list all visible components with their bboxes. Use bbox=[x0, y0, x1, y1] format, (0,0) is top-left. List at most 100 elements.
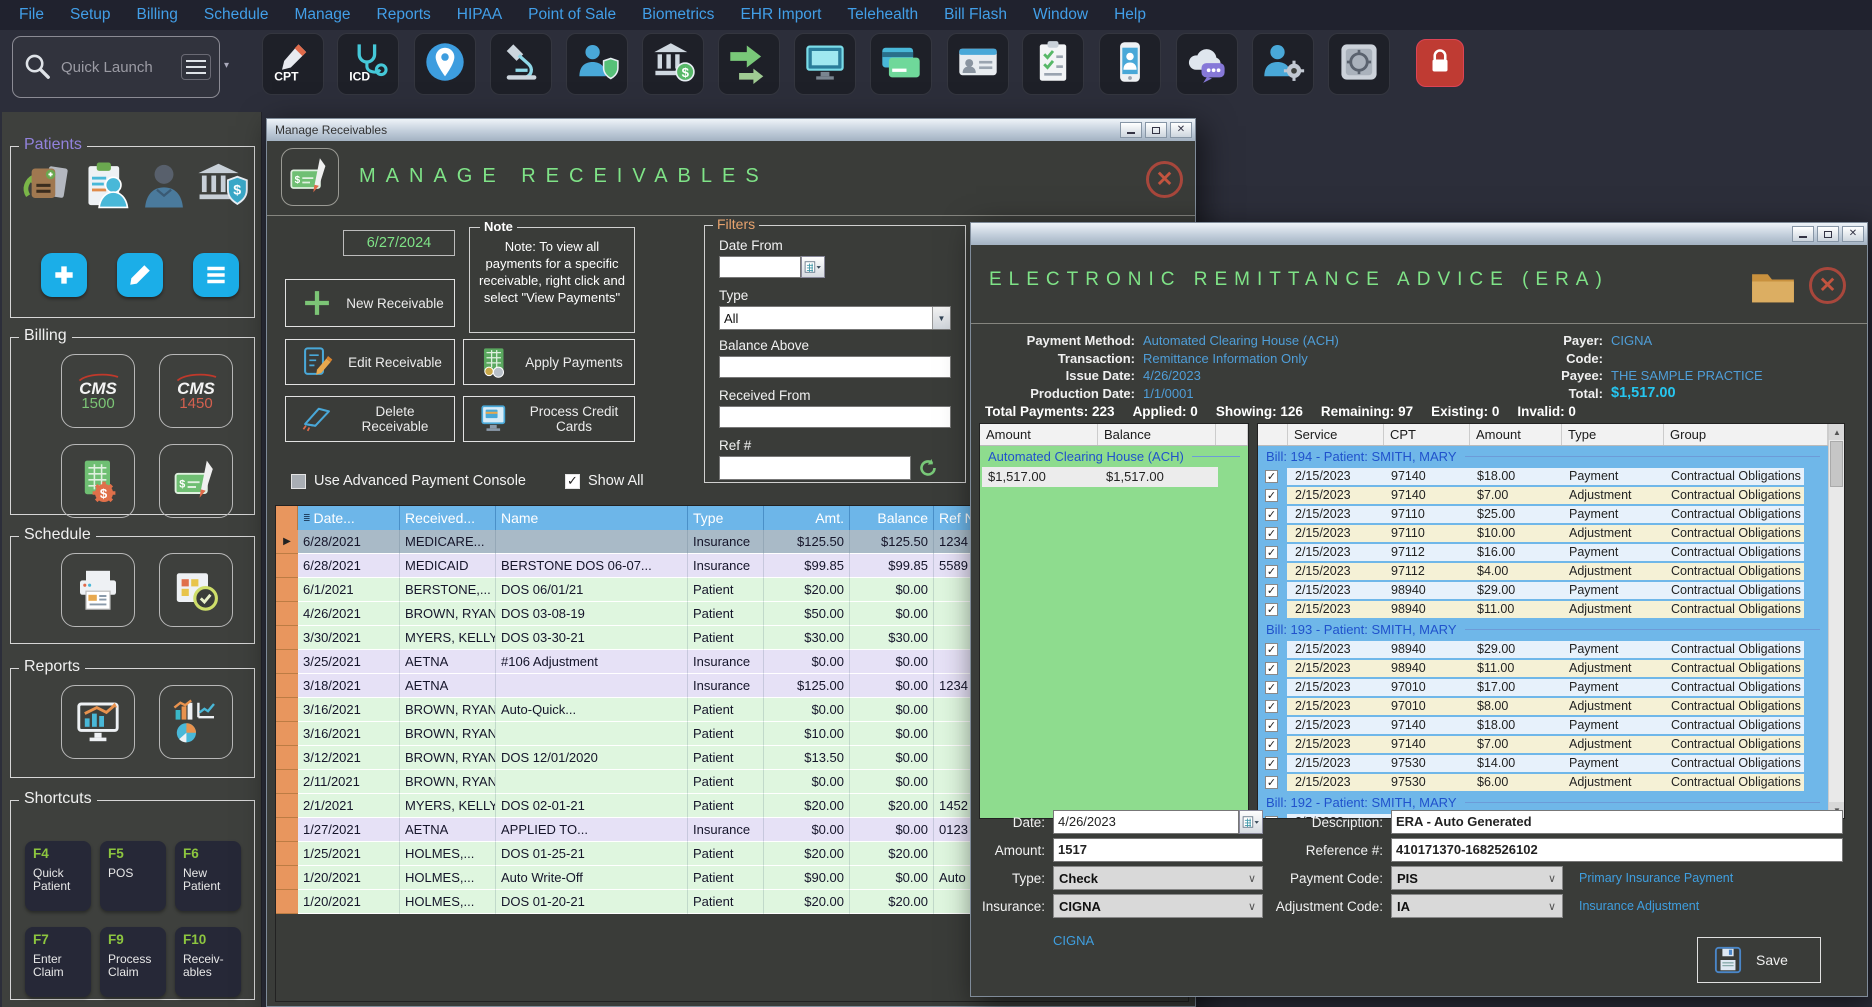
checkbox-checked-icon[interactable]: ✓ bbox=[1265, 489, 1278, 502]
menu-item-point-of-sale[interactable]: Point of Sale bbox=[515, 6, 629, 24]
patient-icon[interactable] bbox=[138, 161, 190, 209]
service-row[interactable]: ✓2/15/202397140$7.00AdjustmentContractua… bbox=[1258, 735, 1828, 754]
checkbox-checked-icon[interactable]: ✓ bbox=[1265, 584, 1278, 597]
service-row[interactable]: ✓2/15/202397010$8.00AdjustmentContractua… bbox=[1258, 697, 1828, 716]
row-marker[interactable] bbox=[276, 674, 298, 698]
toolbar-vault-button[interactable] bbox=[1328, 33, 1390, 95]
cms-1450-button[interactable]: CMS 1450 bbox=[159, 354, 233, 428]
minimize-button[interactable] bbox=[1792, 226, 1814, 242]
service-row[interactable]: ✓2/15/202398940$29.00PaymentContractual … bbox=[1258, 640, 1828, 659]
patient-list-button[interactable] bbox=[193, 253, 239, 297]
folder-icon[interactable] bbox=[1750, 269, 1796, 305]
show-all-checkbox[interactable]: ✓ Show All bbox=[565, 473, 644, 489]
row-marker[interactable] bbox=[276, 554, 298, 578]
advanced-console-checkbox[interactable]: Use Advanced Payment Console bbox=[291, 473, 526, 489]
row-marker[interactable] bbox=[276, 602, 298, 626]
check-pen-button[interactable]: $ bbox=[159, 444, 233, 518]
checkbox-checked-icon[interactable]: ✓ bbox=[1265, 565, 1278, 578]
checkbox-checked-icon[interactable]: ✓ bbox=[1265, 738, 1278, 751]
process-credit-cards-button[interactable]: Process Credit Cards bbox=[463, 396, 635, 442]
maximize-button[interactable] bbox=[1817, 226, 1839, 242]
balance-above-input[interactable] bbox=[719, 356, 951, 378]
adjustment-code-select[interactable]: IA∨ bbox=[1391, 894, 1563, 918]
add-patient-button[interactable] bbox=[41, 253, 87, 297]
row-marker[interactable] bbox=[276, 890, 298, 914]
payment-row[interactable]: $1,517.00$1,517.00 bbox=[982, 467, 1218, 487]
menu-item-setup[interactable]: Setup bbox=[57, 6, 124, 24]
toolbar-user-settings-button[interactable] bbox=[1252, 33, 1314, 95]
receivables-close-icon[interactable]: ✕ bbox=[1146, 161, 1183, 198]
hamburger-icon[interactable] bbox=[181, 54, 211, 80]
toolbar-microscope-button[interactable] bbox=[490, 33, 552, 95]
era-insurance-select[interactable]: CIGNA∨ bbox=[1053, 894, 1263, 918]
toolbar-cpt-button[interactable]: CPT bbox=[262, 33, 324, 95]
row-marker[interactable] bbox=[276, 578, 298, 602]
services-column-group[interactable]: Group bbox=[1664, 424, 1828, 445]
patient-charts-icon[interactable] bbox=[21, 161, 73, 209]
checkbox-checked-icon[interactable]: ✓ bbox=[1265, 527, 1278, 540]
column-header-date[interactable]: ≣Date... bbox=[298, 506, 400, 530]
toolbar-lock-button[interactable] bbox=[1416, 39, 1464, 87]
shortcut-f6-button[interactable]: F6New Patient bbox=[175, 841, 241, 911]
row-marker[interactable] bbox=[276, 770, 298, 794]
checkbox-unchecked-icon[interactable] bbox=[291, 474, 306, 489]
checkbox-checked-icon[interactable]: ✓ bbox=[1265, 546, 1278, 559]
service-row[interactable]: ✓2/15/202398940$29.00PaymentContractual … bbox=[1258, 581, 1828, 600]
row-marker[interactable]: ▶ bbox=[276, 530, 298, 554]
services-column-cpt[interactable]: CPT bbox=[1384, 424, 1470, 445]
toolbar-cloud-messaging-button[interactable] bbox=[1176, 33, 1238, 95]
new-receivable-button[interactable]: New Receivable bbox=[285, 279, 455, 327]
patient-clipboard-icon[interactable] bbox=[79, 161, 131, 209]
era-type-select[interactable]: Check∨ bbox=[1053, 866, 1263, 890]
ref-input[interactable] bbox=[719, 456, 911, 480]
row-marker[interactable] bbox=[276, 698, 298, 722]
service-row[interactable]: ✓2/15/202397140$18.00PaymentContractual … bbox=[1258, 716, 1828, 735]
service-row[interactable]: ✓2/15/202398940$11.00AdjustmentContractu… bbox=[1258, 659, 1828, 678]
toolbar-location-button[interactable] bbox=[414, 33, 476, 95]
payments-column-balance[interactable]: Balance bbox=[1098, 424, 1216, 445]
delete-receivable-button[interactable]: Delete Receivable bbox=[285, 396, 455, 442]
menu-item-hipaa[interactable]: HIPAA bbox=[444, 6, 515, 24]
checkbox-checked-icon[interactable]: ✓ bbox=[1265, 643, 1278, 656]
scheduler-button[interactable] bbox=[159, 553, 233, 627]
checkbox-checked-icon[interactable]: ✓ bbox=[1265, 776, 1278, 789]
row-marker[interactable] bbox=[276, 746, 298, 770]
billing-statements-button[interactable]: $ bbox=[61, 444, 135, 518]
service-row[interactable]: ✓2/15/202397010$17.00PaymentContractual … bbox=[1258, 678, 1828, 697]
report-charts-button[interactable] bbox=[159, 685, 233, 759]
print-schedule-button[interactable] bbox=[61, 553, 135, 627]
menu-item-help[interactable]: Help bbox=[1101, 6, 1159, 24]
menu-item-manage[interactable]: Manage bbox=[282, 6, 364, 24]
type-select[interactable]: All▼ bbox=[719, 306, 951, 330]
service-row[interactable]: ✓2/15/202397110$25.00PaymentContractual … bbox=[1258, 505, 1828, 524]
menu-item-schedule[interactable]: Schedule bbox=[191, 6, 282, 24]
menu-item-bill-flash[interactable]: Bill Flash bbox=[931, 6, 1020, 24]
close-button[interactable]: ✕ bbox=[1842, 226, 1864, 242]
toolbar-icd-button[interactable]: ICD bbox=[337, 33, 399, 95]
row-marker[interactable] bbox=[276, 626, 298, 650]
toolbar-credit-cards-button[interactable] bbox=[870, 33, 932, 95]
checkbox-checked-icon[interactable]: ✓ bbox=[1265, 681, 1278, 694]
menu-item-billing[interactable]: Billing bbox=[124, 6, 191, 24]
row-marker[interactable] bbox=[276, 722, 298, 746]
checkbox-checked-icon[interactable]: ✓ bbox=[1265, 470, 1278, 483]
edit-patient-button[interactable] bbox=[117, 253, 163, 297]
service-row[interactable]: ✓2/15/202398940$11.00AdjustmentContractu… bbox=[1258, 600, 1828, 619]
scroll-up-icon[interactable]: ▲ bbox=[1829, 424, 1845, 440]
menu-item-window[interactable]: Window bbox=[1020, 6, 1101, 24]
insurance-link[interactable]: CIGNA bbox=[1053, 933, 1094, 948]
received-from-input[interactable] bbox=[719, 406, 951, 428]
cms-1500-button[interactable]: CMS 1500 bbox=[61, 354, 135, 428]
payments-column-amount[interactable]: Amount bbox=[980, 424, 1098, 445]
service-row[interactable]: ✓2/15/202397112$4.00AdjustmentContractua… bbox=[1258, 562, 1828, 581]
toolbar-patient-security-button[interactable] bbox=[566, 33, 628, 95]
close-button[interactable]: ✕ bbox=[1170, 122, 1192, 138]
service-row[interactable]: ✓2/15/202397530$14.00PaymentContractual … bbox=[1258, 754, 1828, 773]
report-monitor-button[interactable] bbox=[61, 685, 135, 759]
era-amount-input[interactable]: 1517 bbox=[1053, 838, 1263, 862]
quick-launch-button[interactable]: Quick Launch bbox=[12, 36, 220, 98]
menu-item-reports[interactable]: Reports bbox=[364, 6, 444, 24]
checkbox-checked-icon[interactable]: ✓ bbox=[1265, 662, 1278, 675]
checkbox-checked-icon[interactable]: ✓ bbox=[565, 474, 580, 489]
toolbar-computer-button[interactable] bbox=[794, 33, 856, 95]
